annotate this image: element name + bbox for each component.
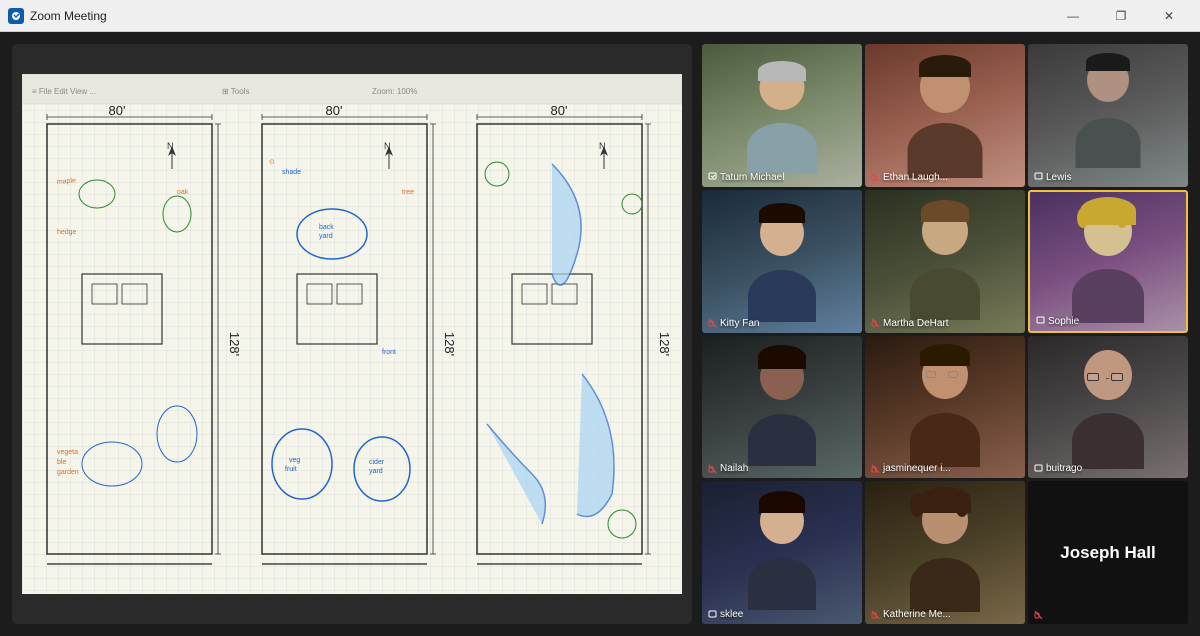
participant-name-buitrago: buitrago (1034, 463, 1082, 474)
svg-text:Zoom: 100%: Zoom: 100% (372, 87, 417, 96)
whiteboard-svg: ≡ File Edit View ... ⊞ Tools Zoom: 100% … (22, 74, 682, 594)
participant-name-sophie: Sophie (1036, 316, 1079, 327)
svg-text:back: back (319, 224, 334, 231)
participant-tile-katherine[interactable]: Katherine Me... (865, 481, 1025, 624)
participant-tile-buitrago[interactable]: buitrago (1028, 336, 1188, 479)
svg-text:cider: cider (369, 459, 385, 466)
svg-text:oak: oak (177, 189, 189, 196)
participant-name-tatum: Tatum Michael (708, 172, 784, 183)
participant-name-martha: Martha DeHart (871, 318, 949, 329)
participant-name-nailah: Nailah (708, 463, 748, 474)
participant-tile-sklee[interactable]: sklee (702, 481, 862, 624)
participant-name-kittyfan: Kitty Fan (708, 318, 759, 329)
participant-tile-sophie[interactable]: Sophie (1028, 190, 1188, 333)
svg-text:128': 128' (227, 332, 242, 356)
participant-tile-tatum[interactable]: Tatum Michael (702, 44, 862, 187)
participants-grid: Tatum Michael Ethan Laugh... Lewis (702, 44, 1188, 624)
svg-text:fruit: fruit (285, 466, 297, 473)
svg-text:128': 128' (442, 332, 457, 356)
participant-name-joseph: Joseph Hall (1060, 543, 1155, 563)
screen-share-area: ≡ File Edit View ... ⊞ Tools Zoom: 100% … (12, 44, 692, 624)
participant-name-katherine: Katherine Me... (871, 609, 951, 620)
svg-text:yard: yard (319, 233, 333, 240)
participant-tile-jasmine[interactable]: jasminequer i... (865, 336, 1025, 479)
svg-text:80': 80' (326, 103, 343, 118)
whiteboard-container: ≡ File Edit View ... ⊞ Tools Zoom: 100% … (12, 44, 692, 624)
participant-name-ethan: Ethan Laugh... (871, 172, 948, 183)
svg-text:80': 80' (109, 103, 126, 118)
svg-text:⊞ Tools: ⊞ Tools (222, 87, 249, 96)
svg-text:≡ File Edit View ...: ≡ File Edit View ... (32, 87, 96, 96)
svg-text:front: front (382, 349, 396, 356)
svg-text:shade: shade (282, 169, 301, 176)
participant-tile-martha[interactable]: Martha DeHart (865, 190, 1025, 333)
svg-text:128': 128' (657, 332, 672, 356)
participant-tile-joseph[interactable]: Joseph Hall (1028, 481, 1188, 624)
svg-text:hedge: hedge (57, 229, 77, 236)
svg-text:vegeta: vegeta (57, 449, 78, 456)
svg-text:garden: garden (57, 469, 79, 476)
participant-tile-kittyfan[interactable]: Kitty Fan (702, 190, 862, 333)
main-content: ≡ File Edit View ... ⊞ Tools Zoom: 100% … (0, 32, 1200, 636)
participant-tile-ethan[interactable]: Ethan Laugh... (865, 44, 1025, 187)
close-button[interactable]: ✕ (1146, 0, 1192, 32)
svg-text:yard: yard (369, 468, 383, 475)
participant-tile-lewis[interactable]: Lewis (1028, 44, 1188, 187)
title-bar-left: Zoom Meeting (8, 8, 107, 24)
participant-name-lewis: Lewis (1034, 172, 1072, 183)
window-title: Zoom Meeting (30, 9, 107, 23)
title-bar: Zoom Meeting — ❐ ✕ (0, 0, 1200, 32)
svg-text:veg: veg (289, 457, 300, 464)
svg-text:80': 80' (551, 103, 568, 118)
participant-tile-nailah[interactable]: Nailah (702, 336, 862, 479)
svg-text:⊙: ⊙ (269, 159, 275, 166)
participant-name-sklee: sklee (708, 609, 743, 620)
maximize-button[interactable]: ❐ (1098, 0, 1144, 32)
app-icon (8, 8, 24, 24)
minimize-button[interactable]: — (1050, 0, 1096, 32)
svg-text:tree: tree (402, 189, 414, 196)
participant-name-jasmine: jasminequer i... (871, 463, 951, 474)
svg-text:ble: ble (57, 459, 66, 466)
window-controls: — ❐ ✕ (1050, 0, 1192, 32)
